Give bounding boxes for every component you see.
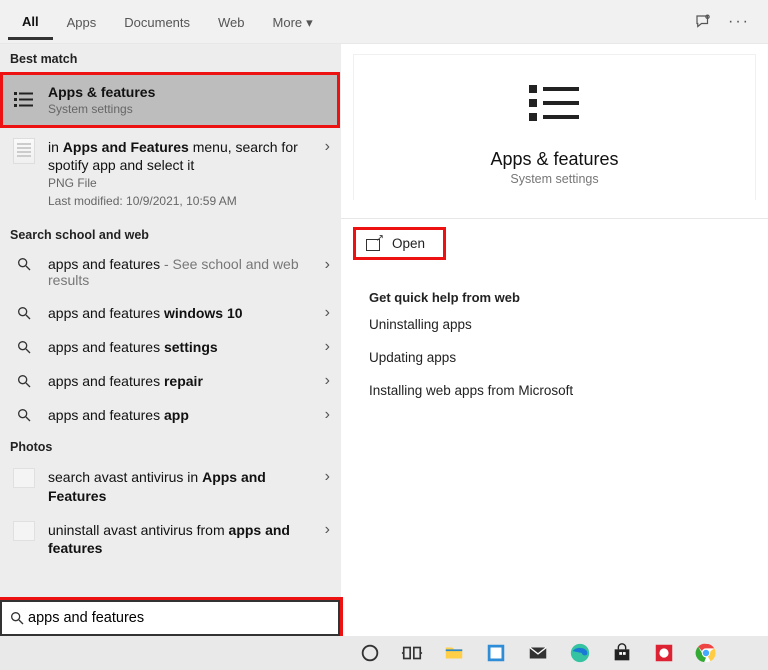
section-photos: Photos (0, 432, 340, 460)
taskbar-chrome-icon[interactable] (694, 641, 718, 665)
photo-result-1[interactable]: uninstall avast antivirus from apps and … (0, 513, 340, 565)
web-result-0[interactable]: apps and features - See school and web r… (0, 248, 340, 296)
quick-help-item-1[interactable]: Updating apps (369, 350, 768, 365)
file-result[interactable]: in Apps and Features menu, search for sp… (0, 128, 340, 220)
more-options-icon[interactable]: ··· (730, 13, 748, 31)
taskbar-cortana-icon[interactable] (358, 641, 382, 665)
search-icon (10, 407, 38, 423)
tab-all[interactable]: All (8, 4, 53, 40)
search-icon (10, 256, 38, 272)
web-result-text: apps and features windows 10 (48, 305, 315, 321)
search-icon (10, 339, 38, 355)
settings-list-icon (10, 88, 38, 112)
file-result-type: PNG File (48, 176, 315, 190)
tab-web[interactable]: Web (204, 5, 259, 38)
taskbar (0, 636, 768, 670)
search-tabs: All Apps Documents Web More▾ ··· (0, 0, 768, 44)
search-bar (0, 600, 340, 636)
best-match-title: Apps & features (48, 84, 330, 100)
search-box[interactable] (0, 600, 340, 636)
photo-result-text: uninstall avast antivirus from apps and … (48, 521, 315, 557)
photo-result-0[interactable]: search avast antivirus in Apps and Featu… (0, 460, 340, 512)
tab-documents[interactable]: Documents (110, 5, 204, 38)
detail-title: Apps & features (354, 149, 755, 170)
tab-more[interactable]: More▾ (259, 5, 327, 39)
web-result-1[interactable]: apps and features windows 10 › (0, 296, 340, 330)
photo-thumbnail-icon (10, 468, 38, 488)
open-button[interactable]: Open (353, 227, 446, 260)
search-icon (8, 610, 26, 626)
web-result-text: apps and features settings (48, 339, 315, 355)
file-thumbnail-icon (10, 138, 38, 164)
taskbar-taskview-icon[interactable] (400, 641, 424, 665)
chevron-right-icon: › (325, 372, 330, 390)
taskbar-store-icon[interactable] (610, 641, 634, 665)
best-match-subtitle: System settings (48, 102, 330, 116)
web-result-3[interactable]: apps and features repair › (0, 364, 340, 398)
detail-app-icon (354, 71, 755, 141)
feedback-icon[interactable] (694, 13, 712, 31)
chevron-right-icon: › (325, 468, 330, 486)
taskbar-app-2-icon[interactable] (652, 641, 676, 665)
detail-panel: Apps & features System settings Open Get… (340, 44, 768, 636)
search-icon (10, 373, 38, 389)
detail-summary: Apps & features System settings (353, 54, 756, 200)
quick-help-label: Get quick help from web (369, 290, 768, 305)
best-match-result[interactable]: Apps & features System settings (0, 72, 340, 128)
taskbar-app-1-icon[interactable] (484, 641, 508, 665)
quick-help-item-0[interactable]: Uninstalling apps (369, 317, 768, 332)
tab-apps[interactable]: Apps (53, 5, 111, 38)
file-result-modified: Last modified: 10/9/2021, 10:59 AM (48, 194, 315, 208)
chevron-right-icon: › (325, 304, 330, 322)
file-result-title: in Apps and Features menu, search for sp… (48, 138, 315, 174)
chevron-right-icon: › (325, 521, 330, 539)
taskbar-mail-icon[interactable] (526, 641, 550, 665)
chevron-right-icon: › (325, 256, 330, 274)
section-best-match: Best match (0, 44, 340, 72)
taskbar-edge-icon[interactable] (568, 641, 592, 665)
web-result-text: apps and features app (48, 407, 315, 423)
section-school-web: Search school and web (0, 220, 340, 248)
results-panel: Best match Apps & features System settin… (0, 44, 340, 636)
web-results-list: apps and features - See school and web r… (0, 248, 340, 432)
chevron-right-icon: › (325, 138, 330, 156)
quick-help-item-2[interactable]: Installing web apps from Microsoft (369, 383, 768, 398)
divider (341, 218, 768, 219)
search-input[interactable] (26, 606, 332, 630)
search-icon (10, 305, 38, 321)
detail-subtitle: System settings (354, 172, 755, 186)
photo-result-text: search avast antivirus in Apps and Featu… (48, 468, 315, 504)
web-result-4[interactable]: apps and features app › (0, 398, 340, 432)
photo-thumbnail-icon (10, 521, 38, 541)
web-result-text: apps and features - See school and web r… (48, 256, 315, 288)
web-result-text: apps and features repair (48, 373, 315, 389)
chevron-right-icon: › (325, 406, 330, 424)
open-icon (366, 237, 382, 251)
chevron-down-icon: ▾ (306, 15, 313, 30)
taskbar-file-explorer-icon[interactable] (442, 641, 466, 665)
chevron-right-icon: › (325, 338, 330, 356)
web-result-2[interactable]: apps and features settings › (0, 330, 340, 364)
